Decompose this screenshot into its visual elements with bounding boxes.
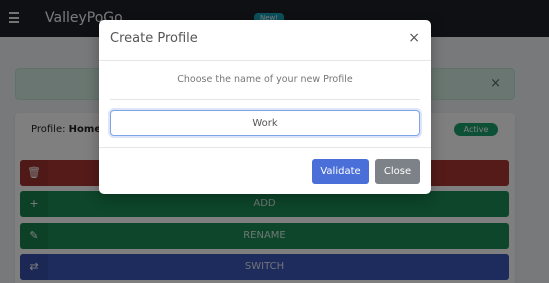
profile-name-input[interactable]: [110, 110, 420, 136]
modal-body: Choose the name of your new Profile: [99, 61, 431, 148]
modal-title: Create Profile: [110, 31, 198, 46]
modal-divider: [110, 99, 420, 100]
validate-button[interactable]: Validate: [312, 159, 369, 184]
create-profile-modal: Create Profile × Choose the name of your…: [99, 20, 431, 194]
modal-close-icon[interactable]: ×: [408, 30, 420, 46]
close-button[interactable]: Close: [375, 159, 420, 184]
modal-header: Create Profile ×: [99, 20, 431, 61]
modal-prompt: Choose the name of your new Profile: [177, 74, 353, 85]
